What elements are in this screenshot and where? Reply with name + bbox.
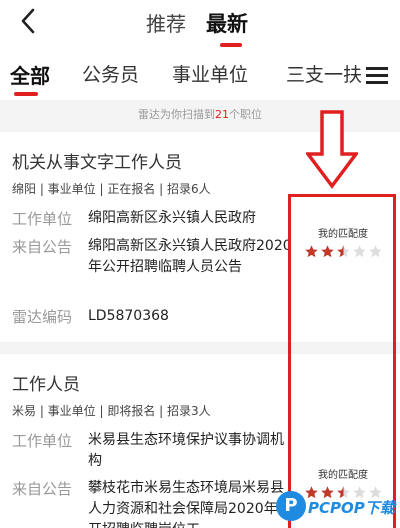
category-civil-servant[interactable]: 公务员 <box>82 60 139 87</box>
unit-value: 绵阳高新区永兴镇人民政府 <box>88 210 256 226</box>
down-arrow-annotation-icon <box>306 110 358 189</box>
back-arrow-icon[interactable] <box>14 6 44 36</box>
notice-value[interactable]: 攀枝花市米易生态环境局米易县人力资源和社会保障局2020年公开招聘临聘岗位工 <box>88 478 294 528</box>
watermark-circle: P <box>276 491 306 521</box>
tab-recommend[interactable]: 推荐 <box>146 8 186 37</box>
top-bar: 推荐 最新 <box>0 0 400 50</box>
category-public-institution[interactable]: 事业单位 <box>172 60 248 87</box>
category-sanzhiyifu[interactable]: 三支一扶 <box>286 60 362 87</box>
menu-icon[interactable] <box>362 62 392 88</box>
code-label: 雷达编码 <box>12 308 73 326</box>
tab-latest[interactable]: 最新 <box>206 8 248 38</box>
active-tab-indicator <box>220 43 242 47</box>
radar-count: 21 <box>215 108 229 121</box>
job-meta: 米易 | 事业单位 | 即将报名 | 招录3人 <box>12 404 211 418</box>
active-category-indicator <box>14 92 38 96</box>
code-value: LD5870368 <box>88 308 169 324</box>
category-tabs: 全部 公务员 事业单位 三支一扶 <box>0 54 400 98</box>
category-all[interactable]: 全部 <box>10 60 50 89</box>
job-title: 工作人员 <box>12 375 80 395</box>
job-meta: 绵阳 | 事业单位 | 正在报名 | 招录6人 <box>12 182 211 196</box>
radar-suffix: 个职位 <box>229 108 262 121</box>
notice-value[interactable]: 绵阳高新区永兴镇人民政府2020年公开招聘临聘人员公告 <box>88 236 294 278</box>
watermark-logo: P PCPOP下载 <box>276 487 400 528</box>
highlight-box-annotation <box>288 194 396 528</box>
notice-label: 来自公告 <box>12 480 73 498</box>
unit-value: 米易县生态环境保护议事协调机构 <box>88 432 284 469</box>
notice-label: 来自公告 <box>12 238 73 256</box>
unit-label: 工作单位 <box>12 210 73 228</box>
job-title: 机关从事文字工作人员 <box>12 153 182 173</box>
watermark-text: PCPOP下载 <box>308 499 395 517</box>
unit-label: 工作单位 <box>12 432 73 450</box>
radar-prefix: 雷达为你扫描到 <box>138 108 215 121</box>
